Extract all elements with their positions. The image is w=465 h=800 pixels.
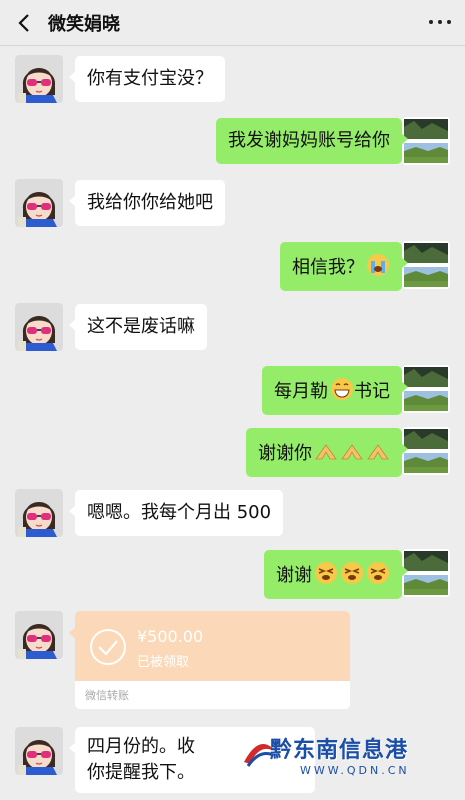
squint-emoji-icon — [341, 562, 363, 584]
contact-avatar[interactable] — [15, 489, 63, 537]
message-text: 谢谢 — [276, 565, 312, 586]
pray-emoji-icon — [315, 444, 337, 460]
my-avatar[interactable] — [402, 549, 450, 597]
crying-emoji-icon — [367, 254, 389, 276]
check-circle-icon — [90, 629, 126, 665]
message-bubble-received[interactable]: 嗯嗯。我每个月出 500 — [68, 490, 284, 536]
pray-emoji-icon — [367, 444, 389, 460]
transfer-status: 已被领取 — [137, 655, 190, 670]
message-bubble-sent[interactable]: 我发谢妈妈账号给你 — [216, 118, 408, 164]
wechat-transfer-card[interactable]: ¥500.00 已被领取 微信转账 — [75, 611, 350, 709]
contact-avatar[interactable] — [15, 611, 63, 659]
pray-emoji-icon — [341, 444, 363, 460]
my-avatar[interactable] — [402, 365, 450, 413]
message-text: 书记 — [354, 381, 390, 402]
back-arrow-icon[interactable] — [14, 12, 36, 34]
watermark-url: WWW.QDN.CN — [300, 764, 410, 777]
message-text: 每月勒 — [274, 381, 328, 402]
message-bubble-received[interactable]: 你有支付宝没？ — [69, 56, 225, 102]
chat-header: 微笑娟晓 — [0, 0, 465, 46]
message-bubble-received[interactable]: 这不是废话嘛 — [69, 304, 207, 350]
message-bubble-sent[interactable]: 谢谢 — [264, 550, 408, 599]
more-options-icon[interactable] — [429, 20, 451, 24]
grin-emoji-icon — [331, 378, 353, 400]
watermark-name: 黔东南信息港 — [270, 737, 409, 763]
transfer-amount: ¥500.00 — [137, 627, 204, 646]
squint-emoji-icon — [367, 562, 389, 584]
my-avatar[interactable] — [402, 427, 450, 475]
transfer-footer: 微信转账 — [75, 681, 350, 709]
contact-avatar[interactable] — [15, 55, 63, 103]
chat-title: 微笑娟晓 — [48, 14, 120, 35]
message-bubble-sent[interactable]: 谢谢你 — [246, 428, 408, 477]
message-bubble-sent[interactable]: 相信我？ — [280, 242, 408, 291]
contact-avatar[interactable] — [15, 179, 63, 227]
my-avatar[interactable] — [402, 241, 450, 289]
squint-emoji-icon — [315, 562, 337, 584]
my-avatar[interactable] — [402, 117, 450, 165]
message-text: 谢谢你 — [258, 443, 312, 464]
message-bubble-received[interactable]: 我给你你给她吧 — [69, 180, 225, 226]
contact-avatar[interactable] — [15, 303, 63, 351]
message-bubble-sent[interactable]: 每月勒 书记 — [262, 366, 408, 415]
transfer-card-body: ¥500.00 已被领取 — [75, 611, 350, 681]
message-text: 相信我？ — [292, 257, 364, 278]
contact-avatar[interactable] — [15, 727, 63, 775]
site-watermark: 黔东南信息港 WWW.QDN.CN — [240, 728, 440, 788]
